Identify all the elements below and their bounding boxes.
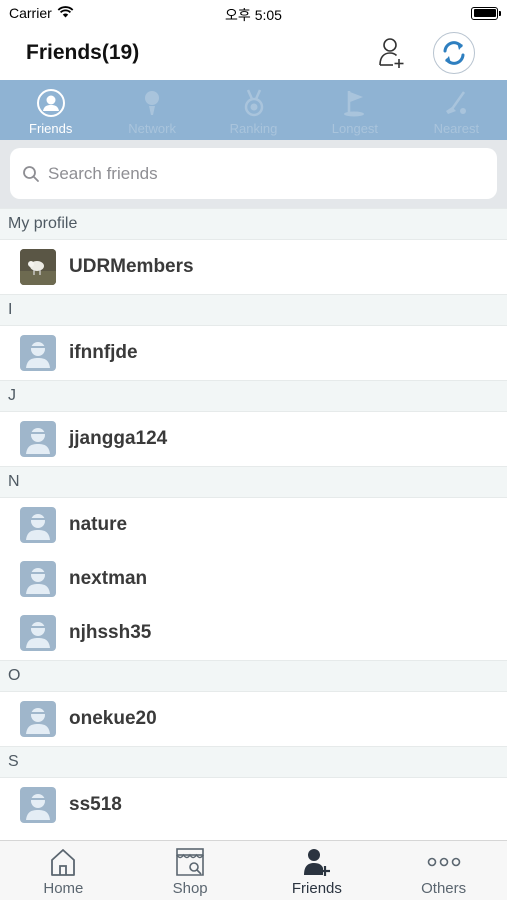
section-header: J bbox=[0, 380, 507, 412]
list-item[interactable]: njhssh35 bbox=[0, 606, 507, 660]
refresh-button[interactable] bbox=[433, 32, 475, 74]
tab-label: Friends bbox=[29, 121, 73, 136]
nav-actions bbox=[377, 32, 475, 74]
list-item[interactable]: ss518 bbox=[0, 778, 507, 832]
bottom-tab-label: Others bbox=[421, 880, 467, 897]
default-avatar-icon bbox=[20, 561, 56, 597]
bottom-tab-others[interactable]: Others bbox=[380, 841, 507, 900]
section-header: S bbox=[0, 746, 507, 778]
default-avatar-icon bbox=[20, 615, 56, 651]
tab-label: Longest bbox=[331, 121, 379, 136]
friend-name: jjangga124 bbox=[69, 428, 168, 449]
bottom-tab-shop[interactable]: Shop bbox=[127, 841, 254, 900]
golf-club-icon bbox=[442, 88, 470, 118]
list-item[interactable]: nextman bbox=[0, 552, 507, 606]
page-title: Friends(19) bbox=[26, 41, 140, 64]
tab-longest[interactable]: Longest bbox=[304, 80, 405, 140]
flag-icon bbox=[342, 88, 368, 118]
friend-name: nature bbox=[69, 514, 128, 535]
bottom-tab-home[interactable]: Home bbox=[0, 841, 127, 900]
friend-name: ss518 bbox=[69, 794, 122, 815]
friends-add-icon bbox=[303, 846, 331, 878]
friend-name: onekue20 bbox=[69, 708, 157, 729]
refresh-icon bbox=[443, 41, 465, 65]
carrier-label: Carrier bbox=[9, 5, 52, 21]
bottom-tab-friends[interactable]: Friends bbox=[254, 841, 381, 900]
default-avatar-icon bbox=[20, 701, 56, 737]
section-header: O bbox=[0, 660, 507, 692]
status-left: Carrier bbox=[9, 5, 74, 21]
shop-icon bbox=[174, 846, 206, 878]
bottom-tab-label: Home bbox=[43, 880, 84, 897]
section-header: N bbox=[0, 466, 507, 498]
friends-list[interactable]: My profile UDRMembers I ifnnfjde J jjang… bbox=[0, 208, 507, 840]
avatar bbox=[20, 249, 56, 285]
section-header: My profile bbox=[0, 208, 507, 240]
section-header: I bbox=[0, 294, 507, 326]
more-icon bbox=[427, 846, 461, 878]
friend-name: nextman bbox=[69, 568, 148, 589]
list-item[interactable]: onekue20 bbox=[0, 692, 507, 746]
friends-icon bbox=[36, 88, 66, 118]
list-item[interactable]: UDRMembers bbox=[0, 240, 507, 294]
tab-friends[interactable]: Friends bbox=[0, 80, 101, 140]
golf-ball-icon bbox=[141, 88, 163, 118]
add-friend-button[interactable] bbox=[377, 36, 407, 70]
add-person-icon bbox=[379, 38, 404, 68]
wifi-icon bbox=[57, 5, 74, 21]
friend-name: ifnnfjde bbox=[69, 342, 138, 363]
search-box[interactable] bbox=[10, 148, 497, 199]
segment-tabs: Friends Network Ranking Longest Nearest bbox=[0, 80, 507, 140]
list-item[interactable]: jjangga124 bbox=[0, 412, 507, 466]
list-item[interactable]: nature bbox=[0, 498, 507, 552]
medal-icon bbox=[243, 88, 265, 118]
bottom-tab-label: Friends bbox=[291, 880, 342, 897]
tab-label: Ranking bbox=[229, 121, 278, 136]
status-time: 오후 5:05 bbox=[225, 7, 282, 23]
default-avatar-icon bbox=[20, 335, 56, 371]
tab-ranking[interactable]: Ranking bbox=[203, 80, 304, 140]
default-avatar-icon bbox=[20, 507, 56, 543]
search-input[interactable] bbox=[48, 163, 485, 184]
default-avatar-icon bbox=[20, 421, 56, 457]
friend-name: UDRMembers bbox=[69, 256, 194, 277]
search-bar bbox=[0, 140, 507, 208]
status-bar: Carrier 오후 5:05 bbox=[0, 0, 507, 26]
friend-name: njhssh35 bbox=[69, 622, 152, 643]
tab-label: Nearest bbox=[433, 121, 480, 136]
home-icon bbox=[49, 846, 77, 878]
battery-icon bbox=[471, 6, 501, 20]
list-item[interactable]: ifnnfjde bbox=[0, 326, 507, 380]
default-avatar-icon bbox=[20, 787, 56, 823]
tab-label: Network bbox=[128, 121, 176, 136]
nav-bar: Friends(19) bbox=[0, 26, 507, 80]
tab-network[interactable]: Network bbox=[101, 80, 202, 140]
search-icon bbox=[23, 165, 39, 182]
bottom-tab-bar: Home Shop Friends Others bbox=[0, 840, 507, 900]
bottom-tab-label: Shop bbox=[172, 880, 208, 897]
tab-nearest[interactable]: Nearest bbox=[406, 80, 507, 140]
